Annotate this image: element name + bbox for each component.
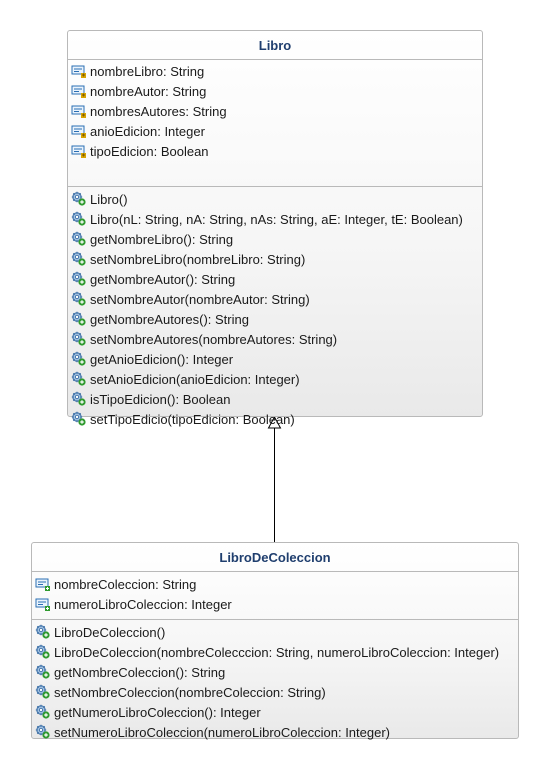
method-public-icon: [71, 351, 87, 367]
method-label: getNombreAutores(): String: [90, 311, 249, 327]
method-label: LibroDeColeccion(nombreColecccion: Strin…: [54, 644, 500, 660]
method-public-icon: [71, 271, 87, 287]
attribute-label: nombreColeccion: String: [54, 576, 197, 592]
method-row[interactable]: getNombreColeccion(): String: [32, 662, 518, 682]
attribute-row[interactable]: nombreColeccion: String: [32, 574, 518, 594]
method-public-icon: [71, 191, 87, 207]
method-row[interactable]: setNombreAutores(nombreAutores: String): [68, 329, 482, 349]
field-protected-icon: [71, 63, 87, 79]
attribute-label: nombreAutor: String: [90, 83, 207, 99]
method-public-icon: [35, 684, 51, 700]
class-libro[interactable]: Libro nombreLibro: String nombreAutor: St…: [67, 30, 483, 427]
methods-compartment: LibroDeColeccion() LibroDeColeccion(nombr…: [32, 620, 518, 745]
method-row[interactable]: getAnioEdicion(): Integer: [68, 349, 482, 369]
method-label: setAnioEdicion(anioEdicion: Integer): [90, 371, 300, 387]
method-label: setNombreColeccion(nombreColeccion: Stri…: [54, 684, 326, 700]
method-public-icon: [71, 391, 87, 407]
method-label: setTipoEdicio(tipoEdicion: Boolean): [90, 411, 295, 427]
method-label: setNombreLibro(nombreLibro: String): [90, 251, 306, 267]
method-label: Libro(nL: String, nA: String, nAs: Strin…: [90, 211, 463, 227]
method-row[interactable]: isTipoEdicion(): Boolean: [68, 389, 482, 409]
method-public-icon: [35, 724, 51, 740]
method-label: getNombreLibro(): String: [90, 231, 234, 247]
attributes-compartment: nombreColeccion: String numeroLibroColecc…: [32, 572, 518, 620]
method-row[interactable]: Libro(nL: String, nA: String, nAs: Strin…: [68, 209, 482, 229]
attribute-label: nombreLibro: String: [90, 63, 205, 79]
attribute-label: nombresAutores: String: [90, 103, 227, 119]
field-protected-icon: [71, 143, 87, 159]
method-row[interactable]: setNombreColeccion(nombreColeccion: Stri…: [32, 682, 518, 702]
field-protected-icon: [71, 103, 87, 119]
attribute-row[interactable]: anioEdicion: Integer: [68, 121, 482, 141]
method-public-icon: [71, 331, 87, 347]
attribute-label: tipoEdicion: Boolean: [90, 143, 209, 159]
method-row[interactable]: setNombreAutor(nombreAutor: String): [68, 289, 482, 309]
method-label: Libro(): [90, 191, 128, 207]
class-libro-de-coleccion[interactable]: LibroDeColeccion nombreColeccion: String…: [31, 542, 519, 740]
method-row[interactable]: setAnioEdicion(anioEdicion: Integer): [68, 369, 482, 389]
class-name: Libro: [68, 31, 482, 60]
method-public-icon: [71, 251, 87, 267]
method-row[interactable]: getNombreLibro(): String: [68, 229, 482, 249]
method-public-icon: [71, 231, 87, 247]
class-name: LibroDeColeccion: [32, 543, 518, 572]
attribute-row[interactable]: numeroLibroColeccion: Integer: [32, 594, 518, 614]
method-public-icon: [71, 211, 87, 227]
method-public-icon: [71, 411, 87, 427]
method-label: setNombreAutor(nombreAutor: String): [90, 291, 310, 307]
method-public-icon: [71, 371, 87, 387]
method-row[interactable]: getNombreAutor(): String: [68, 269, 482, 289]
method-row[interactable]: getNombreAutores(): String: [68, 309, 482, 329]
method-label: getNombreAutor(): String: [90, 271, 236, 287]
field-protected-icon: [71, 83, 87, 99]
method-public-icon: [35, 664, 51, 680]
method-row[interactable]: LibroDeColeccion(nombreColecccion: Strin…: [32, 642, 518, 662]
attribute-label: numeroLibroColeccion: Integer: [54, 596, 232, 612]
method-label: setNumeroLibroColeccion(numeroLibroColec…: [54, 724, 390, 740]
attribute-row[interactable]: nombresAutores: String: [68, 101, 482, 121]
attribute-row[interactable]: nombreLibro: String: [68, 61, 482, 81]
method-row[interactable]: setNombreLibro(nombreLibro: String): [68, 249, 482, 269]
method-public-icon: [35, 624, 51, 640]
methods-compartment: Libro() Libro(nL: String, nA: String, nAs…: [68, 187, 482, 432]
method-label: setNombreAutores(nombreAutores: String): [90, 331, 338, 347]
method-row[interactable]: setNumeroLibroColeccion(numeroLibroColec…: [32, 722, 518, 742]
method-label: getNumeroLibroColeccion(): Integer: [54, 704, 261, 720]
method-public-icon: [35, 704, 51, 720]
attribute-row[interactable]: nombreAutor: String: [68, 81, 482, 101]
method-public-icon: [35, 644, 51, 660]
field-public-icon: [35, 596, 51, 612]
method-row[interactable]: setTipoEdicio(tipoEdicion: Boolean): [68, 409, 482, 429]
method-label: getNombreColeccion(): String: [54, 664, 226, 680]
method-row[interactable]: getNumeroLibroColeccion(): Integer: [32, 702, 518, 722]
method-public-icon: [71, 311, 87, 327]
field-protected-icon: [71, 123, 87, 139]
method-label: getAnioEdicion(): Integer: [90, 351, 234, 367]
method-label: isTipoEdicion(): Boolean: [90, 391, 231, 407]
method-row[interactable]: Libro(): [68, 189, 482, 209]
method-row[interactable]: LibroDeColeccion(): [32, 622, 518, 642]
attributes-compartment: nombreLibro: String nombreAutor: String no…: [68, 60, 482, 187]
method-label: LibroDeColeccion(): [54, 624, 166, 640]
field-public-icon: [35, 576, 51, 592]
method-public-icon: [71, 291, 87, 307]
attribute-row[interactable]: tipoEdicion: Boolean: [68, 141, 482, 161]
attribute-label: anioEdicion: Integer: [90, 123, 205, 139]
